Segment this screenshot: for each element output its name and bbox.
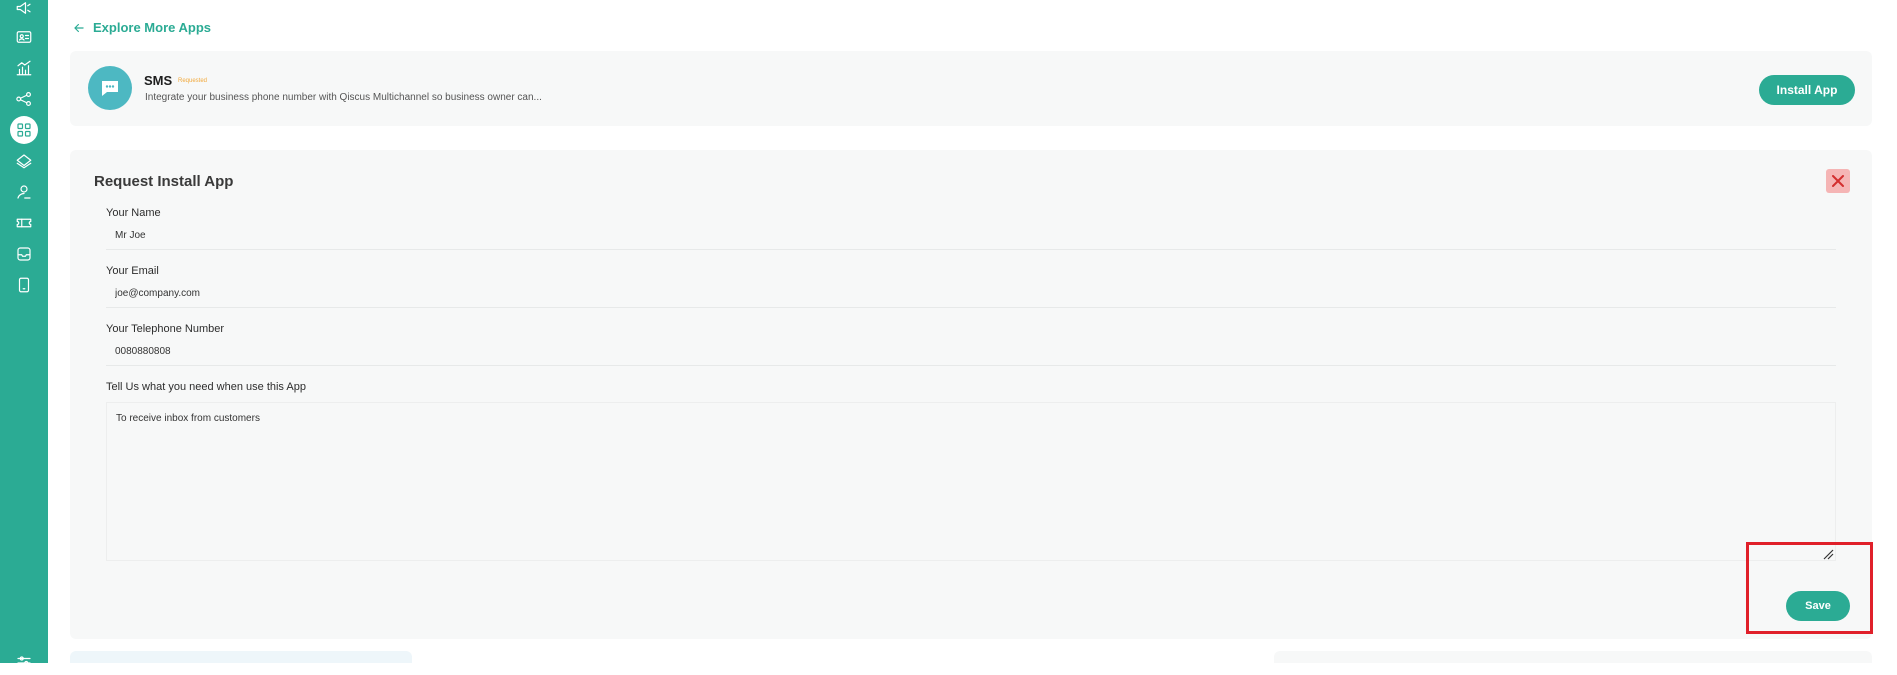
arrow-left-icon <box>74 23 84 32</box>
agent-user-icon[interactable] <box>12 180 36 204</box>
install-app-button[interactable]: Install App <box>1759 75 1855 105</box>
sidebar <box>0 0 48 666</box>
chat-bubble-icon <box>88 66 132 110</box>
email-field[interactable] <box>106 280 1836 308</box>
layers-stack-icon[interactable] <box>12 149 36 173</box>
email-label: Your Email <box>106 265 159 277</box>
app-name: SMS <box>144 73 173 88</box>
share-nodes-icon[interactable] <box>12 87 36 111</box>
app-card: SMS Requested Integrate your business ph… <box>70 51 1872 126</box>
phone-field[interactable] <box>106 338 1836 366</box>
mobile-device-icon[interactable] <box>12 273 36 297</box>
bottom-card <box>1274 651 1872 663</box>
name-field[interactable] <box>106 222 1836 250</box>
needs-label: Tell Us what you need when use this App <box>106 381 306 393</box>
apps-grid-icon[interactable] <box>10 116 38 144</box>
name-label: Your Name <box>106 207 161 219</box>
app-description: Integrate your business phone number wit… <box>145 92 542 103</box>
ticket-icon[interactable] <box>12 211 36 235</box>
needs-textarea[interactable]: To receive inbox from customers <box>106 402 1836 561</box>
explore-more-apps-label: Explore More Apps <box>93 20 211 35</box>
close-button[interactable] <box>1826 169 1850 193</box>
phone-label: Your Telephone Number <box>106 323 225 335</box>
contact-card-icon[interactable] <box>12 25 36 49</box>
settings-sliders-icon[interactable] <box>12 651 36 675</box>
form-title: Request Install App <box>94 173 234 190</box>
bottom-card <box>70 651 412 663</box>
close-icon <box>1832 175 1844 187</box>
request-install-form: Request Install App Your Name Your Email… <box>70 150 1872 639</box>
status-badge: Requested <box>178 78 208 84</box>
megaphone-icon[interactable] <box>12 0 36 20</box>
resize-handle-icon[interactable] <box>1822 547 1834 560</box>
analytics-chart-icon[interactable] <box>12 56 36 80</box>
explore-more-apps-link[interactable]: Explore More Apps <box>72 20 211 35</box>
inbox-icon[interactable] <box>12 242 36 266</box>
save-button[interactable]: Save <box>1786 591 1850 621</box>
